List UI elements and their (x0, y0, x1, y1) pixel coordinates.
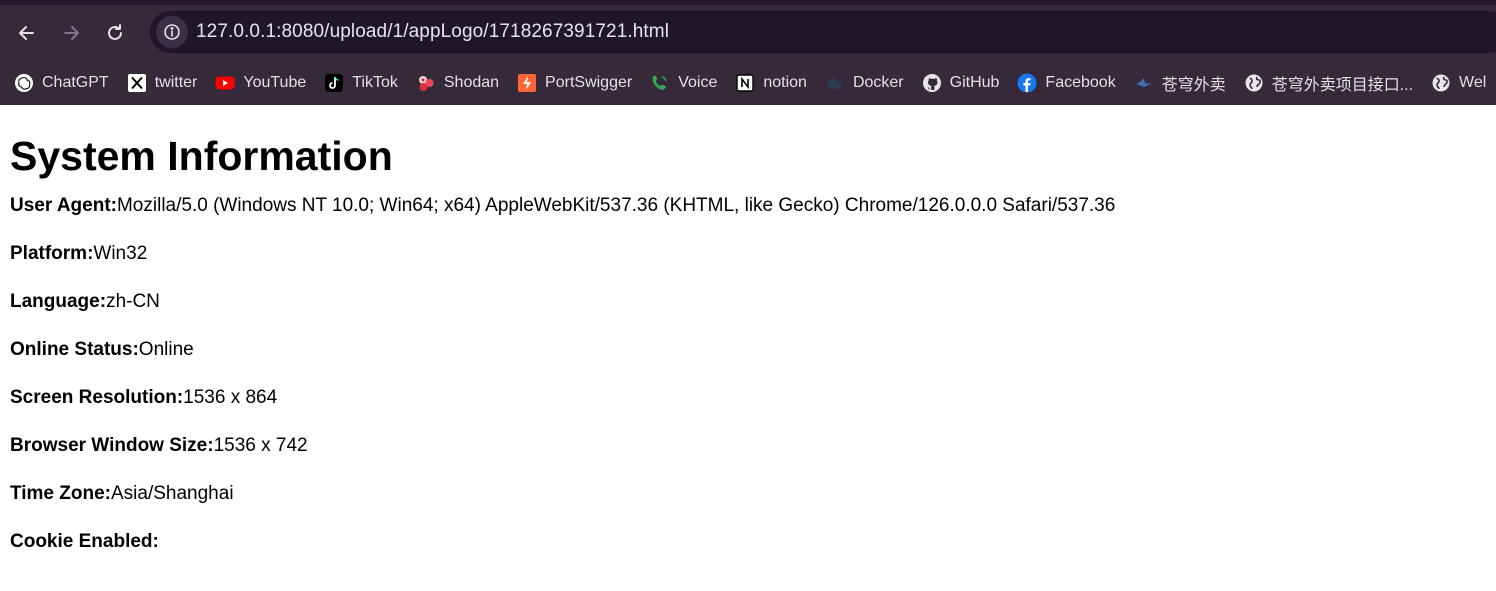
browser-chrome: 127.0.0.1:8080/upload/1/appLogo/17182673… (0, 0, 1496, 105)
bookmark-cangqiong[interactable]: 苍穹外卖 (1122, 67, 1232, 99)
arrow-right-icon (64, 25, 79, 40)
info-value: Win32 (93, 243, 148, 264)
info-label: Screen Resolution: (10, 387, 184, 408)
info-row-window-size: Browser Window Size:1536 x 742 (10, 435, 1496, 457)
bookmark-tiktok[interactable]: TikTok (312, 67, 404, 99)
notion-icon (735, 73, 755, 93)
info-row-time-zone: Time Zone:Asia/Shanghai (10, 483, 1496, 505)
bookmark-label: ChatGPT (42, 73, 109, 91)
bookmark-wel[interactable]: Wel (1419, 67, 1492, 99)
address-bar[interactable]: 127.0.0.1:8080/upload/1/appLogo/17182673… (150, 11, 1496, 53)
arrow-left-icon (19, 25, 34, 40)
bookmark-docker[interactable]: Docker (813, 67, 910, 99)
info-row-user-agent: User Agent:Mozilla/5.0 (Windows NT 10.0;… (10, 195, 1496, 217)
bookmark-label: Facebook (1045, 73, 1116, 91)
info-row-cookie-enabled: Cookie Enabled: (10, 531, 1496, 553)
reload-button[interactable] (93, 13, 137, 53)
info-value: 1536 x 864 (183, 387, 278, 408)
bookmark-label: Wel (1459, 73, 1487, 91)
info-label: User Agent: (10, 195, 117, 216)
reload-icon (108, 23, 122, 40)
info-row-online-status: Online Status:Online (10, 339, 1496, 361)
x-icon (127, 73, 147, 93)
bookmark-shodan[interactable]: Shodan (404, 67, 505, 99)
bookmark-notion[interactable]: notion (723, 67, 813, 99)
info-label: Time Zone: (10, 483, 111, 504)
bird-icon (1134, 73, 1154, 93)
github-icon (922, 73, 942, 93)
bookmark-label: twitter (154, 73, 198, 91)
portswigger-icon (517, 73, 537, 93)
phone-icon (650, 73, 670, 93)
bookmark-twitter[interactable]: twitter (115, 67, 204, 99)
info-label: Browser Window Size: (10, 435, 214, 456)
url-text[interactable]: 127.0.0.1:8080/upload/1/appLogo/17182673… (196, 21, 669, 43)
bookmark-portswigger[interactable]: PortSwigger (505, 67, 638, 99)
page-title: System Information (10, 133, 393, 179)
globe-icon (1431, 73, 1451, 93)
info-value: zh-CN (106, 291, 160, 312)
bookmark-voice[interactable]: Voice (638, 67, 723, 99)
bookmark-label: Shodan (443, 73, 500, 91)
bookmark-label: GitHub (949, 73, 1000, 91)
bookmark-label: YouTube (243, 73, 307, 91)
site-info-button[interactable] (156, 16, 188, 48)
info-row-screen-resolution: Screen Resolution:1536 x 864 (10, 387, 1496, 409)
back-button[interactable] (5, 13, 49, 53)
bookmark-label: Voice (678, 73, 718, 91)
info-row-language: Language:zh-CN (10, 291, 1496, 313)
chatgpt-icon (14, 73, 34, 93)
youtube-icon (215, 73, 235, 93)
info-value: 1536 x 742 (213, 435, 308, 456)
bookmark-cangqiong-api[interactable]: 苍穹外卖项目接口... (1232, 67, 1419, 99)
info-value: Asia/Shanghai (111, 483, 234, 504)
bookmark-label: notion (763, 73, 807, 91)
page-content: System Information User Agent:Mozilla/5.… (0, 133, 1496, 553)
tiktok-icon (324, 73, 344, 93)
globe-icon (1244, 73, 1264, 93)
info-value: Online (138, 339, 194, 360)
bookmark-github[interactable]: GitHub (910, 67, 1006, 99)
facebook-icon (1017, 73, 1037, 93)
info-label: Language: (10, 291, 107, 312)
bookmark-chatgpt[interactable]: ChatGPT (0, 67, 115, 99)
info-label: Cookie Enabled: (10, 531, 159, 552)
bookmark-label: 苍穹外卖项目接口... (1271, 76, 1414, 94)
info-icon (164, 24, 180, 40)
forward-button[interactable] (49, 13, 93, 53)
bookmark-label: Docker (852, 73, 904, 91)
info-label: Platform: (10, 243, 94, 264)
info-label: Online Status: (10, 339, 139, 360)
info-row-platform: Platform:Win32 (10, 243, 1496, 265)
bookmark-label: TikTok (352, 73, 398, 91)
bookmark-facebook[interactable]: Facebook (1005, 67, 1121, 99)
bookmark-label: 苍穹外卖 (1161, 76, 1226, 94)
shodan-icon (416, 73, 436, 93)
bookmark-youtube[interactable]: YouTube (203, 67, 312, 99)
docker-icon (825, 73, 845, 93)
info-value: Mozilla/5.0 (Windows NT 10.0; Win64; x64… (116, 195, 1116, 216)
bookmarks-bar: ChatGPT twitter YouTube TikTok Shodan Po… (0, 60, 1496, 105)
bookmark-label: PortSwigger (545, 73, 633, 91)
toolbar: 127.0.0.1:8080/upload/1/appLogo/17182673… (0, 5, 1496, 60)
